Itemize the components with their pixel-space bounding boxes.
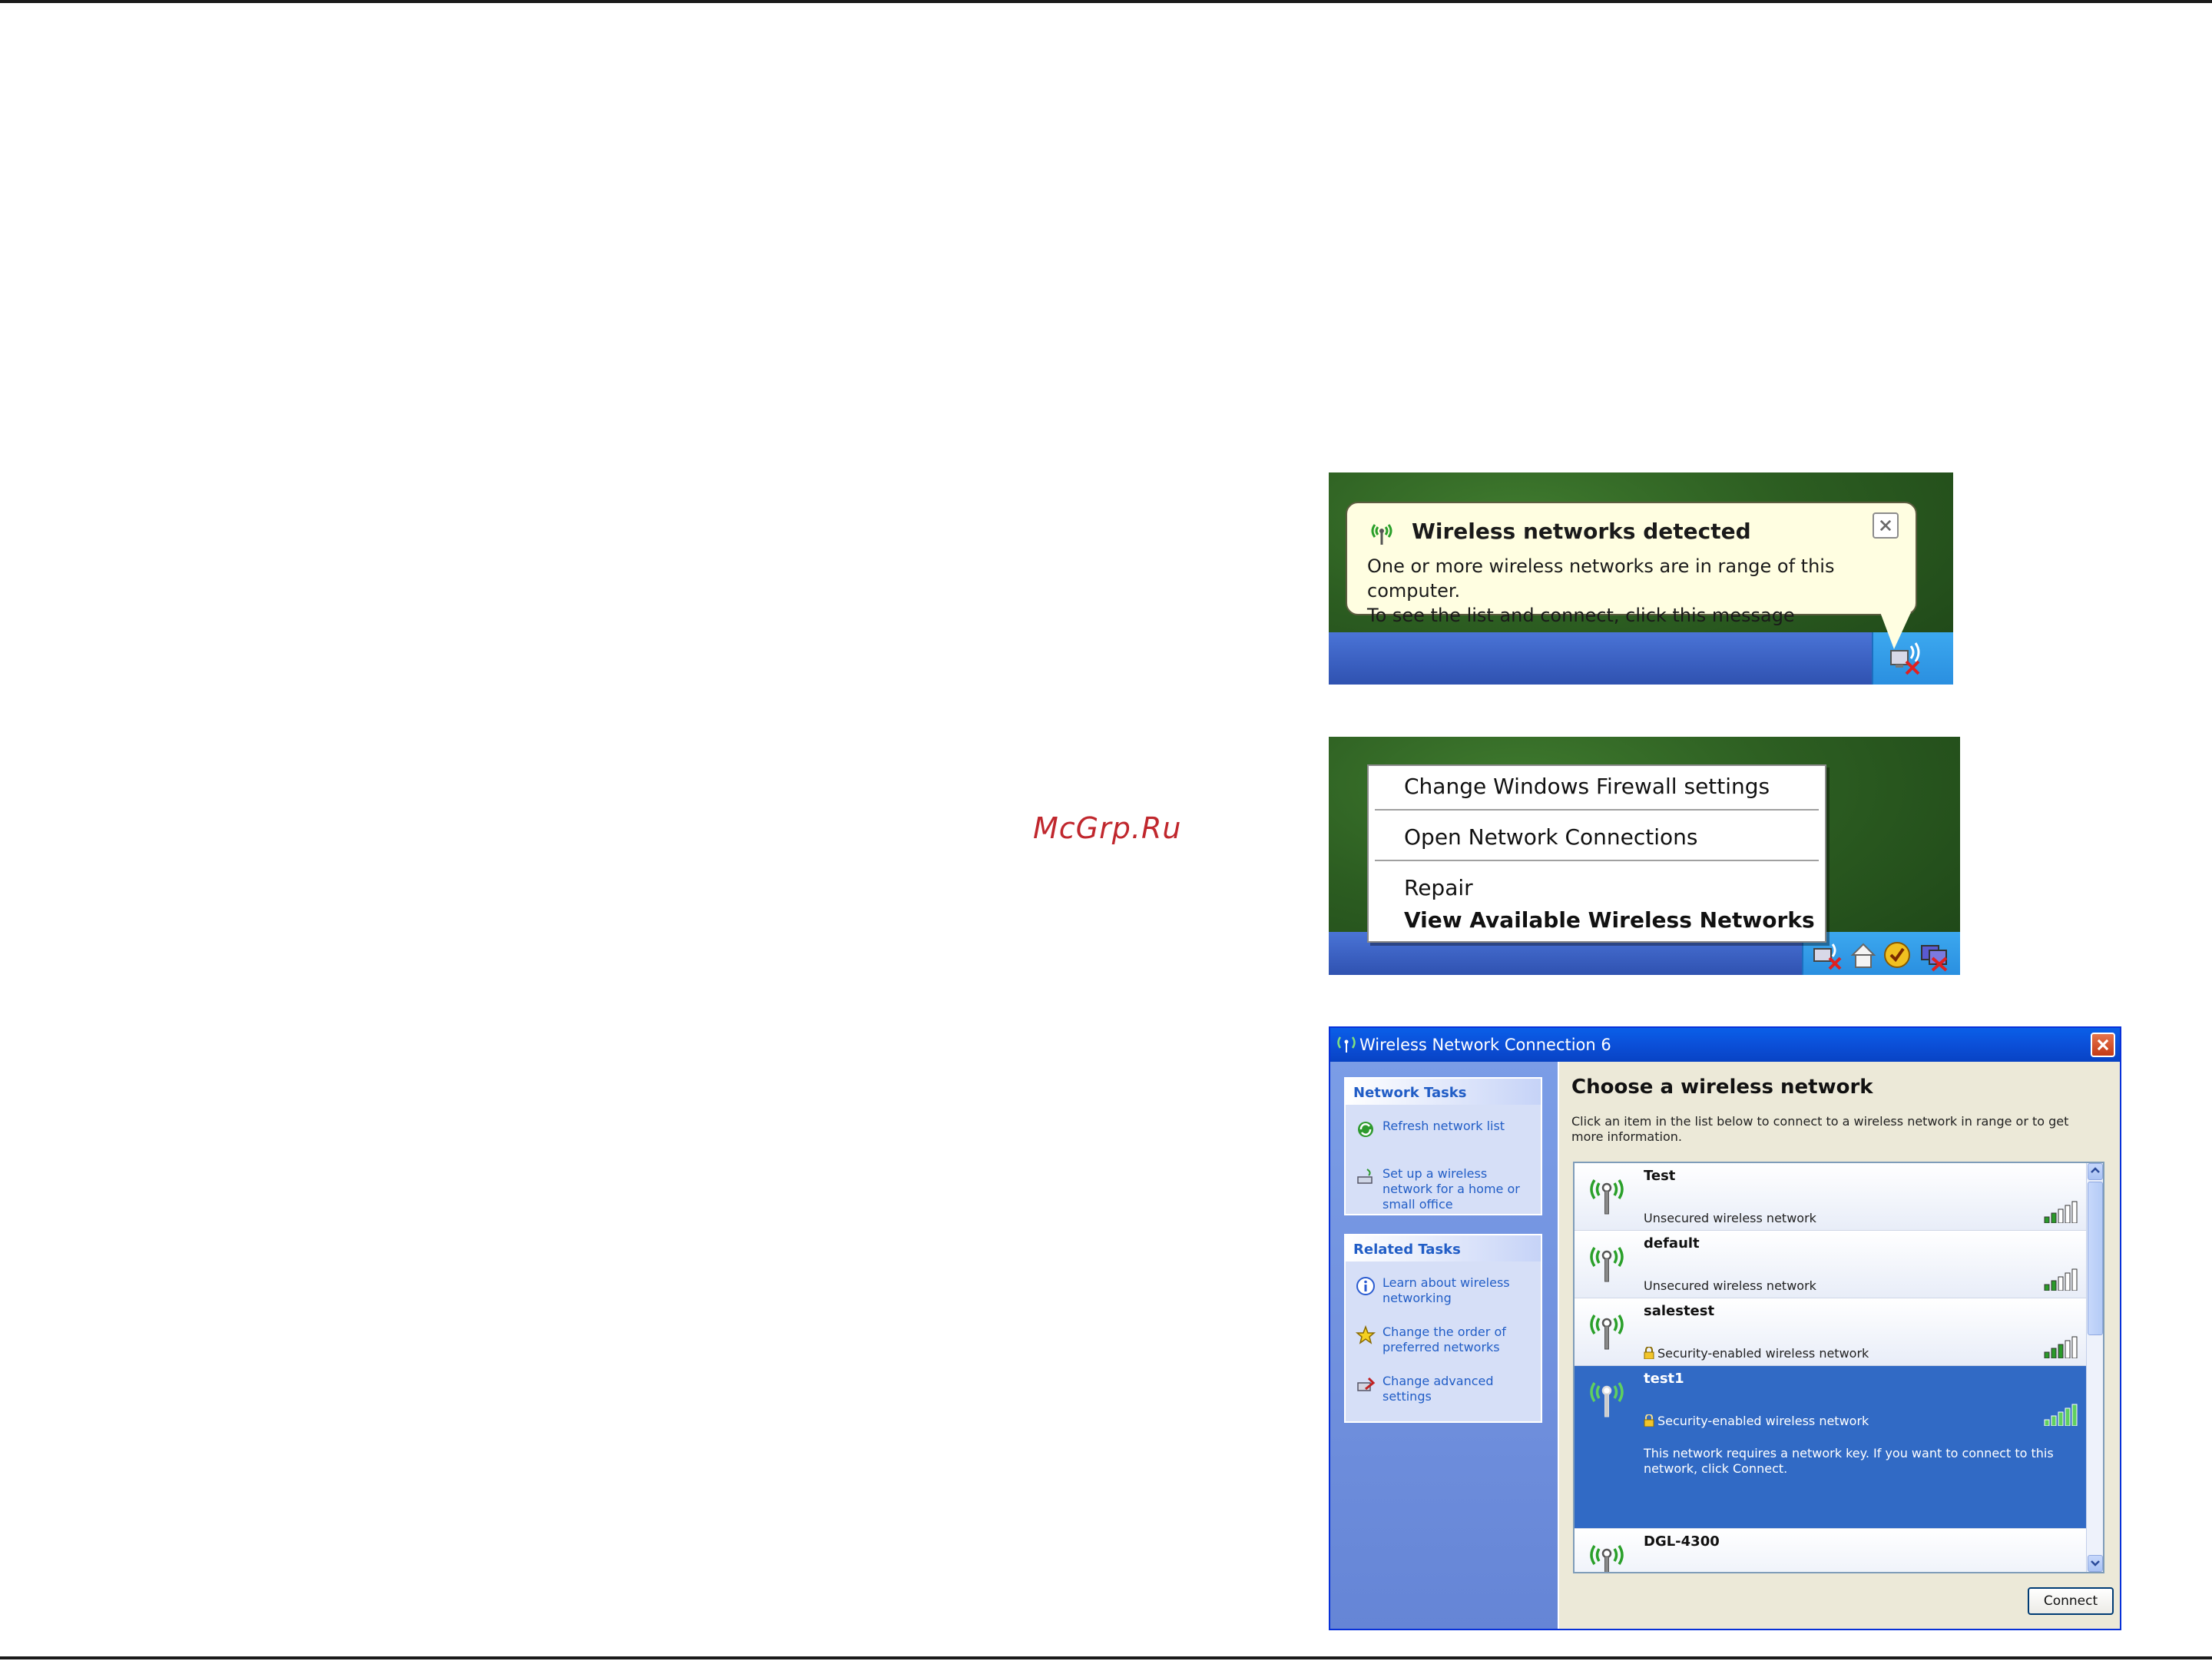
refresh-icon	[1358, 1122, 1373, 1137]
taskbar	[1329, 632, 1953, 685]
wireless-status-icon[interactable]	[1888, 640, 1926, 675]
network-tasks-heading: Network Tasks	[1346, 1079, 1541, 1105]
network-tasks-pane: Network Tasks Refresh network list Set u…	[1344, 1077, 1542, 1215]
antenna-icon	[1590, 1382, 1624, 1417]
menu-item-view-wireless-networks[interactable]: View Available Wireless Networks	[1404, 907, 1815, 933]
menu-separator	[1375, 860, 1819, 861]
task-label: Change the order of preferred networks	[1382, 1324, 1506, 1354]
antenna-icon	[1590, 1315, 1624, 1350]
panel-title: Choose a wireless network	[1571, 1076, 1873, 1099]
connect-button[interactable]: Connect	[2028, 1587, 2114, 1615]
network-item-test[interactable]: Test Unsecured wireless network	[1575, 1163, 2088, 1231]
title-bar[interactable]: Wireless Network Connection 6	[1330, 1028, 2120, 1062]
task-change-advanced-settings[interactable]: Change advanced settings	[1355, 1374, 1539, 1407]
signal-strength-icon	[2044, 1268, 2078, 1291]
info-icon	[1356, 1277, 1375, 1295]
scroll-down-button[interactable]	[2088, 1555, 2103, 1572]
chevron-up-icon	[2091, 1167, 2100, 1173]
network-error-icon	[1921, 945, 1948, 972]
bottom-rule	[0, 1656, 2212, 1659]
task-label: Refresh network list	[1382, 1119, 1505, 1133]
network-security: Security-enabled wireless network	[1657, 1414, 1869, 1428]
task-label: Learn about wireless networking	[1382, 1275, 1510, 1305]
task-change-order-preferred[interactable]: Change the order of preferred networks	[1355, 1324, 1539, 1358]
wireless-status-icon	[1813, 943, 1842, 970]
network-item-salestest[interactable]: salestest Security-enabled wireless netw…	[1575, 1298, 2088, 1366]
notification-balloon[interactable]: Wireless networks detected One or more w…	[1346, 502, 1917, 626]
network-item-default[interactable]: default Unsecured wireless network	[1575, 1231, 2088, 1298]
network-list: Test Unsecured wireless network default …	[1573, 1162, 2104, 1573]
balloon-screenshot: Wireless networks detected One or more w…	[1329, 472, 1953, 685]
network-item-dgl-4300[interactable]: DGL-4300	[1575, 1529, 2088, 1572]
scroll-thumb[interactable]	[2088, 1182, 2103, 1335]
task-setup-wireless-network[interactable]: Set up a wireless network for a home or …	[1355, 1166, 1539, 1212]
scroll-up-button[interactable]	[2088, 1163, 2103, 1180]
antenna-icon	[1590, 1247, 1624, 1282]
network-security-line: Security-enabled wireless network	[1644, 1414, 1869, 1428]
menu-item-repair[interactable]: Repair	[1404, 875, 1473, 900]
balloon-message: One or more wireless networks are in ran…	[1367, 554, 1920, 628]
balloon-title: Wireless networks detected	[1412, 519, 1751, 544]
menu-item-open-network-connections[interactable]: Open Network Connections	[1404, 824, 1698, 850]
related-tasks-heading: Related Tasks	[1346, 1235, 1541, 1261]
menu-separator	[1375, 809, 1819, 811]
list-scrollbar[interactable]	[2086, 1163, 2103, 1572]
network-message: This network requires a network key. If …	[1644, 1446, 2054, 1476]
signal-strength-icon	[2044, 1404, 2078, 1426]
wireless-icon	[1337, 1036, 1356, 1053]
network-name: DGL-4300	[1644, 1533, 1720, 1550]
chevron-down-icon	[2091, 1560, 2100, 1567]
task-refresh-network-list[interactable]: Refresh network list	[1355, 1119, 1539, 1142]
network-list-panel: Choose a wireless network Click an item …	[1558, 1062, 2120, 1629]
close-icon[interactable]	[2091, 1033, 2115, 1057]
tray-context-menu: Change Windows Firewall settings Open Ne…	[1367, 764, 1826, 943]
antenna-icon	[1590, 1179, 1624, 1215]
signal-strength-icon	[2044, 1201, 2078, 1223]
antenna-icon	[1590, 1545, 1624, 1572]
top-rule	[0, 0, 2212, 3]
task-label: Set up a wireless network for a home or …	[1382, 1166, 1520, 1212]
network-name: default	[1644, 1235, 1700, 1252]
network-name: Test	[1644, 1168, 1676, 1184]
star-icon	[1355, 1324, 1376, 1344]
panel-description: Click an item in the list below to conne…	[1571, 1114, 2069, 1144]
setup-wireless-icon	[1357, 1169, 1373, 1184]
balloon-line-2: To see the list and connect, click this …	[1367, 605, 1795, 626]
network-name: test1	[1644, 1371, 1684, 1387]
network-security: Security-enabled wireless network	[1657, 1346, 1869, 1361]
menu-item-firewall-settings[interactable]: Change Windows Firewall settings	[1404, 774, 1770, 799]
network-security: Unsecured wireless network	[1644, 1278, 1816, 1293]
lock-icon	[1644, 1347, 1654, 1359]
context-menu-screenshot: Change Windows Firewall settings Open Ne…	[1329, 737, 1960, 975]
task-learn-wireless[interactable]: Learn about wireless networking	[1355, 1275, 1539, 1309]
network-name: salestest	[1644, 1303, 1715, 1319]
close-icon[interactable]	[1873, 512, 1899, 539]
network-item-test1[interactable]: test1 Security-enabled wireless network …	[1575, 1366, 2088, 1529]
signal-strength-icon	[2044, 1336, 2078, 1358]
security-icon	[1884, 942, 1910, 968]
network-security: Unsecured wireless network	[1644, 1211, 1816, 1225]
settings-icon	[1357, 1377, 1376, 1391]
wireless-icon	[1371, 524, 1392, 545]
watermark: McGrp.Ru	[1033, 811, 1182, 845]
task-sidebar: Network Tasks Refresh network list Set u…	[1330, 1062, 1558, 1629]
related-tasks-pane: Related Tasks Learn about wireless netwo…	[1344, 1234, 1542, 1423]
tray-icons	[1813, 942, 1948, 972]
wireless-connection-window: Wireless Network Connection 6 Network Ta…	[1329, 1026, 2121, 1630]
window-title: Wireless Network Connection 6	[1359, 1036, 1611, 1054]
network-security-line: Security-enabled wireless network	[1644, 1346, 1869, 1361]
lock-icon	[1644, 1414, 1654, 1427]
task-label: Change advanced settings	[1382, 1374, 1494, 1404]
home-icon	[1850, 943, 1876, 968]
balloon-line-1: One or more wireless networks are in ran…	[1367, 555, 1835, 602]
